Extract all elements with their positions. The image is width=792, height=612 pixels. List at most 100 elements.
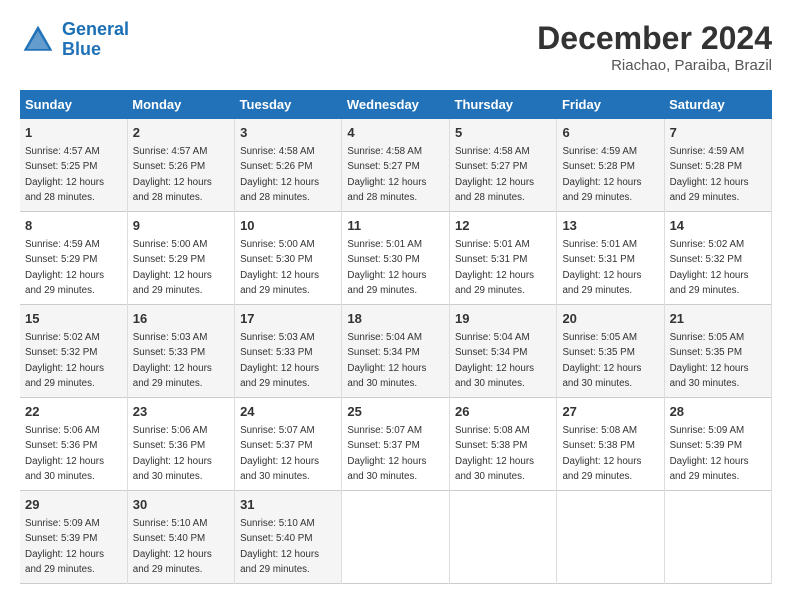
day-number: 16 [133, 310, 229, 328]
day-info: Sunrise: 5:01 AMSunset: 5:31 PMDaylight:… [455, 239, 534, 296]
day-number: 8 [25, 217, 122, 235]
calendar-cell: 31 Sunrise: 5:10 AMSunset: 5:40 PMDayligh… [235, 491, 342, 584]
page-header: General Blue December 2024 Riachao, Para… [20, 20, 772, 74]
calendar-cell: 27 Sunrise: 5:08 AMSunset: 5:38 PMDayligh… [557, 398, 664, 491]
day-number: 3 [240, 124, 336, 142]
calendar-cell: 23 Sunrise: 5:06 AMSunset: 5:36 PMDayligh… [127, 398, 234, 491]
day-number: 2 [133, 124, 229, 142]
calendar-cell [557, 491, 664, 584]
day-number: 7 [670, 124, 766, 142]
month-year: December 2024 [537, 20, 772, 57]
calendar-cell: 21 Sunrise: 5:05 AMSunset: 5:35 PMDayligh… [664, 305, 771, 398]
calendar-cell: 13 Sunrise: 5:01 AMSunset: 5:31 PMDayligh… [557, 212, 664, 305]
day-info: Sunrise: 5:08 AMSunset: 5:38 PMDaylight:… [455, 425, 534, 482]
day-info: Sunrise: 5:09 AMSunset: 5:39 PMDaylight:… [25, 518, 104, 575]
location: Riachao, Paraiba, Brazil [537, 57, 772, 74]
day-info: Sunrise: 5:05 AMSunset: 5:35 PMDaylight:… [670, 332, 749, 389]
day-number: 30 [133, 496, 229, 514]
calendar-cell: 18 Sunrise: 5:04 AMSunset: 5:34 PMDayligh… [342, 305, 450, 398]
day-info: Sunrise: 5:10 AMSunset: 5:40 PMDaylight:… [240, 518, 319, 575]
calendar-week-row: 8 Sunrise: 4:59 AMSunset: 5:29 PMDaylight… [20, 212, 772, 305]
weekday-header: Saturday [664, 90, 771, 119]
logo: General Blue [20, 20, 129, 60]
day-number: 18 [347, 310, 444, 328]
calendar-cell: 6Sunrise: 4:59 AMSunset: 5:28 PMDaylight… [557, 119, 664, 212]
calendar-cell: 15 Sunrise: 5:02 AMSunset: 5:32 PMDayligh… [20, 305, 127, 398]
day-number: 28 [670, 403, 766, 421]
calendar-cell: 3Sunrise: 4:58 AMSunset: 5:26 PMDaylight… [235, 119, 342, 212]
day-info: Sunrise: 5:07 AMSunset: 5:37 PMDaylight:… [347, 425, 426, 482]
calendar-cell: 19 Sunrise: 5:04 AMSunset: 5:34 PMDayligh… [450, 305, 557, 398]
day-info: Sunrise: 5:03 AMSunset: 5:33 PMDaylight:… [133, 332, 212, 389]
day-number: 31 [240, 496, 336, 514]
day-number: 15 [25, 310, 122, 328]
weekday-header: Friday [557, 90, 664, 119]
logo-text: General Blue [62, 20, 129, 60]
calendar-cell: 20 Sunrise: 5:05 AMSunset: 5:35 PMDayligh… [557, 305, 664, 398]
calendar-week-row: 1 Sunrise: 4:57 AMSunset: 5:25 PMDaylight… [20, 119, 772, 212]
day-info: Sunrise: 4:59 AMSunset: 5:28 PMDaylight:… [562, 146, 641, 203]
day-info: Sunrise: 5:00 AMSunset: 5:29 PMDaylight:… [133, 239, 212, 296]
calendar-cell: 5Sunrise: 4:58 AMSunset: 5:27 PMDaylight… [450, 119, 557, 212]
day-number: 20 [562, 310, 658, 328]
calendar-cell [450, 491, 557, 584]
day-info: Sunrise: 5:08 AMSunset: 5:38 PMDaylight:… [562, 425, 641, 482]
day-info: Sunrise: 4:57 AMSunset: 5:26 PMDaylight:… [133, 146, 212, 203]
calendar-cell: 30Sunrise: 5:10 AMSunset: 5:40 PMDayligh… [127, 491, 234, 584]
calendar-cell: 17Sunrise: 5:03 AMSunset: 5:33 PMDayligh… [235, 305, 342, 398]
day-number: 14 [670, 217, 766, 235]
calendar-cell [342, 491, 450, 584]
calendar-week-row: 29 Sunrise: 5:09 AMSunset: 5:39 PMDayligh… [20, 491, 772, 584]
calendar-cell: 28 Sunrise: 5:09 AMSunset: 5:39 PMDayligh… [664, 398, 771, 491]
day-info: Sunrise: 4:58 AMSunset: 5:27 PMDaylight:… [347, 146, 426, 203]
day-info: Sunrise: 5:03 AMSunset: 5:33 PMDaylight:… [240, 332, 319, 389]
day-number: 21 [670, 310, 766, 328]
day-info: Sunrise: 5:02 AMSunset: 5:32 PMDaylight:… [25, 332, 104, 389]
day-number: 4 [347, 124, 444, 142]
weekday-header: Wednesday [342, 90, 450, 119]
day-info: Sunrise: 4:58 AMSunset: 5:27 PMDaylight:… [455, 146, 534, 203]
calendar-cell: 16 Sunrise: 5:03 AMSunset: 5:33 PMDayligh… [127, 305, 234, 398]
calendar-cell: 7 Sunrise: 4:59 AMSunset: 5:28 PMDaylight… [664, 119, 771, 212]
day-number: 11 [347, 217, 444, 235]
weekday-header: Thursday [450, 90, 557, 119]
calendar-cell: 11Sunrise: 5:01 AMSunset: 5:30 PMDayligh… [342, 212, 450, 305]
day-number: 24 [240, 403, 336, 421]
day-info: Sunrise: 5:05 AMSunset: 5:35 PMDaylight:… [562, 332, 641, 389]
day-number: 26 [455, 403, 551, 421]
calendar-cell: 4 Sunrise: 4:58 AMSunset: 5:27 PMDaylight… [342, 119, 450, 212]
weekday-header: Sunday [20, 90, 127, 119]
calendar-cell: 29 Sunrise: 5:09 AMSunset: 5:39 PMDayligh… [20, 491, 127, 584]
day-number: 29 [25, 496, 122, 514]
day-number: 12 [455, 217, 551, 235]
day-number: 19 [455, 310, 551, 328]
day-number: 27 [562, 403, 658, 421]
calendar-cell: 9Sunrise: 5:00 AMSunset: 5:29 PMDaylight… [127, 212, 234, 305]
day-info: Sunrise: 5:00 AMSunset: 5:30 PMDaylight:… [240, 239, 319, 296]
day-info: Sunrise: 5:09 AMSunset: 5:39 PMDaylight:… [670, 425, 749, 482]
calendar-cell: 2 Sunrise: 4:57 AMSunset: 5:26 PMDaylight… [127, 119, 234, 212]
calendar-cell: 25 Sunrise: 5:07 AMSunset: 5:37 PMDayligh… [342, 398, 450, 491]
day-info: Sunrise: 4:59 AMSunset: 5:29 PMDaylight:… [25, 239, 104, 296]
day-number: 22 [25, 403, 122, 421]
day-info: Sunrise: 5:04 AMSunset: 5:34 PMDaylight:… [455, 332, 534, 389]
day-info: Sunrise: 5:02 AMSunset: 5:32 PMDaylight:… [670, 239, 749, 296]
day-number: 13 [562, 217, 658, 235]
logo-icon [20, 22, 56, 58]
day-info: Sunrise: 4:59 AMSunset: 5:28 PMDaylight:… [670, 146, 749, 203]
calendar-cell: 14 Sunrise: 5:02 AMSunset: 5:32 PMDayligh… [664, 212, 771, 305]
day-info: Sunrise: 5:06 AMSunset: 5:36 PMDaylight:… [133, 425, 212, 482]
day-number: 23 [133, 403, 229, 421]
calendar-cell: 26 Sunrise: 5:08 AMSunset: 5:38 PMDayligh… [450, 398, 557, 491]
day-info: Sunrise: 5:01 AMSunset: 5:31 PMDaylight:… [562, 239, 641, 296]
day-info: Sunrise: 5:06 AMSunset: 5:36 PMDaylight:… [25, 425, 104, 482]
weekday-header: Monday [127, 90, 234, 119]
day-number: 1 [25, 124, 122, 142]
day-info: Sunrise: 5:04 AMSunset: 5:34 PMDaylight:… [347, 332, 426, 389]
day-number: 10 [240, 217, 336, 235]
day-info: Sunrise: 4:57 AMSunset: 5:25 PMDaylight:… [25, 146, 104, 203]
calendar-cell: 1 Sunrise: 4:57 AMSunset: 5:25 PMDaylight… [20, 119, 127, 212]
weekday-header: Tuesday [235, 90, 342, 119]
calendar-week-row: 15 Sunrise: 5:02 AMSunset: 5:32 PMDayligh… [20, 305, 772, 398]
day-number: 25 [347, 403, 444, 421]
